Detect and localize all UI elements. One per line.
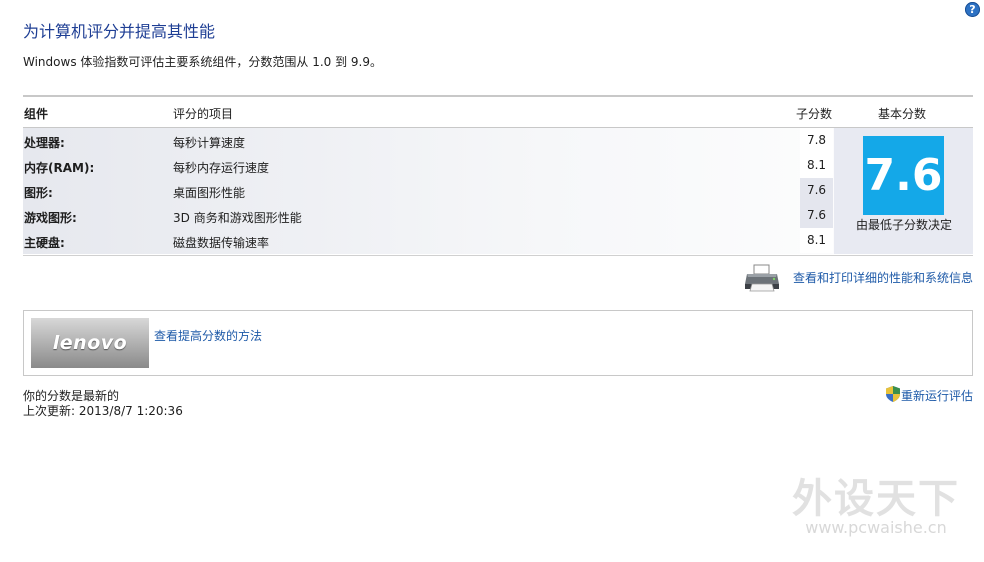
shield-icon <box>886 386 900 402</box>
subscore-value: 7.6 <box>800 178 833 203</box>
table-row: 游戏图形: 3D 商务和游戏图形性能 7.6 <box>23 203 973 228</box>
subscore-value: 7.6 <box>800 203 833 228</box>
page-description: Windows 体验指数可评估主要系统组件，分数范围从 1.0 到 9.9。 <box>23 55 382 69</box>
table-header: 组件 评分的项目 子分数 基本分数 <box>23 97 973 128</box>
column-header-component: 组件 <box>24 107 49 121</box>
last-update-time: 上次更新: 2013/8/7 1:20:36 <box>23 404 183 418</box>
lenovo-logo-text: lenovo <box>52 332 128 354</box>
lenovo-logo[interactable]: lenovo <box>31 318 149 368</box>
base-score-tile: 7.6 <box>863 136 944 215</box>
subscore-value: 7.8 <box>800 128 833 153</box>
column-header-rated-item: 评分的项目 <box>173 107 234 121</box>
rated-item: 每秒内存运行速度 <box>173 161 270 175</box>
watermark: 外设天下 www.pcwaishe.cn <box>786 466 966 546</box>
rated-item: 磁盘数据传输速率 <box>173 236 270 250</box>
rerun-assessment-link[interactable]: 重新运行评估 <box>901 387 973 404</box>
table-row: 主硬盘: 磁盘数据传输速率 8.1 <box>23 228 973 253</box>
printer-icon[interactable] <box>744 264 780 292</box>
component-name: 主硬盘: <box>24 236 65 250</box>
watermark-url: www.pcwaishe.cn <box>805 518 947 537</box>
column-header-subscore: 子分数 <box>796 107 833 121</box>
table-row: 内存(RAM): 每秒内存运行速度 8.1 <box>23 153 973 178</box>
component-name: 处理器: <box>24 136 65 150</box>
component-name: 图形: <box>24 186 53 200</box>
help-icon[interactable]: ? <box>965 2 980 17</box>
watermark-text: 外设天下 <box>792 476 960 522</box>
table-row: 处理器: 每秒计算速度 7.8 <box>23 128 973 153</box>
component-name: 游戏图形: <box>24 211 77 225</box>
score-table: 组件 评分的项目 子分数 基本分数 处理器: 每秒计算速度 7.8 内存(RAM… <box>23 95 973 256</box>
improve-score-link[interactable]: 查看提高分数的方法 <box>154 327 262 344</box>
base-score-caption: 由最低子分数决定 <box>855 218 952 232</box>
rated-item: 3D 商务和游戏图形性能 <box>173 211 302 225</box>
rated-item: 桌面图形性能 <box>173 186 246 200</box>
subscore-value: 8.1 <box>800 228 833 253</box>
page-title: 为计算机评分并提高其性能 <box>23 22 216 41</box>
column-header-base-score: 基本分数 <box>878 107 927 121</box>
table-body: 处理器: 每秒计算速度 7.8 内存(RAM): 每秒内存运行速度 8.1 图形… <box>23 128 973 254</box>
table-row: 图形: 桌面图形性能 7.6 <box>23 178 973 203</box>
component-name: 内存(RAM): <box>24 161 95 175</box>
promo-box: lenovo 查看提高分数的方法 <box>23 310 973 376</box>
subscore-value: 8.1 <box>800 153 833 178</box>
base-score-panel: 7.6 由最低子分数决定 <box>834 128 973 254</box>
print-details-link[interactable]: 查看和打印详细的性能和系统信息 <box>793 269 973 286</box>
rated-item: 每秒计算速度 <box>173 136 246 150</box>
